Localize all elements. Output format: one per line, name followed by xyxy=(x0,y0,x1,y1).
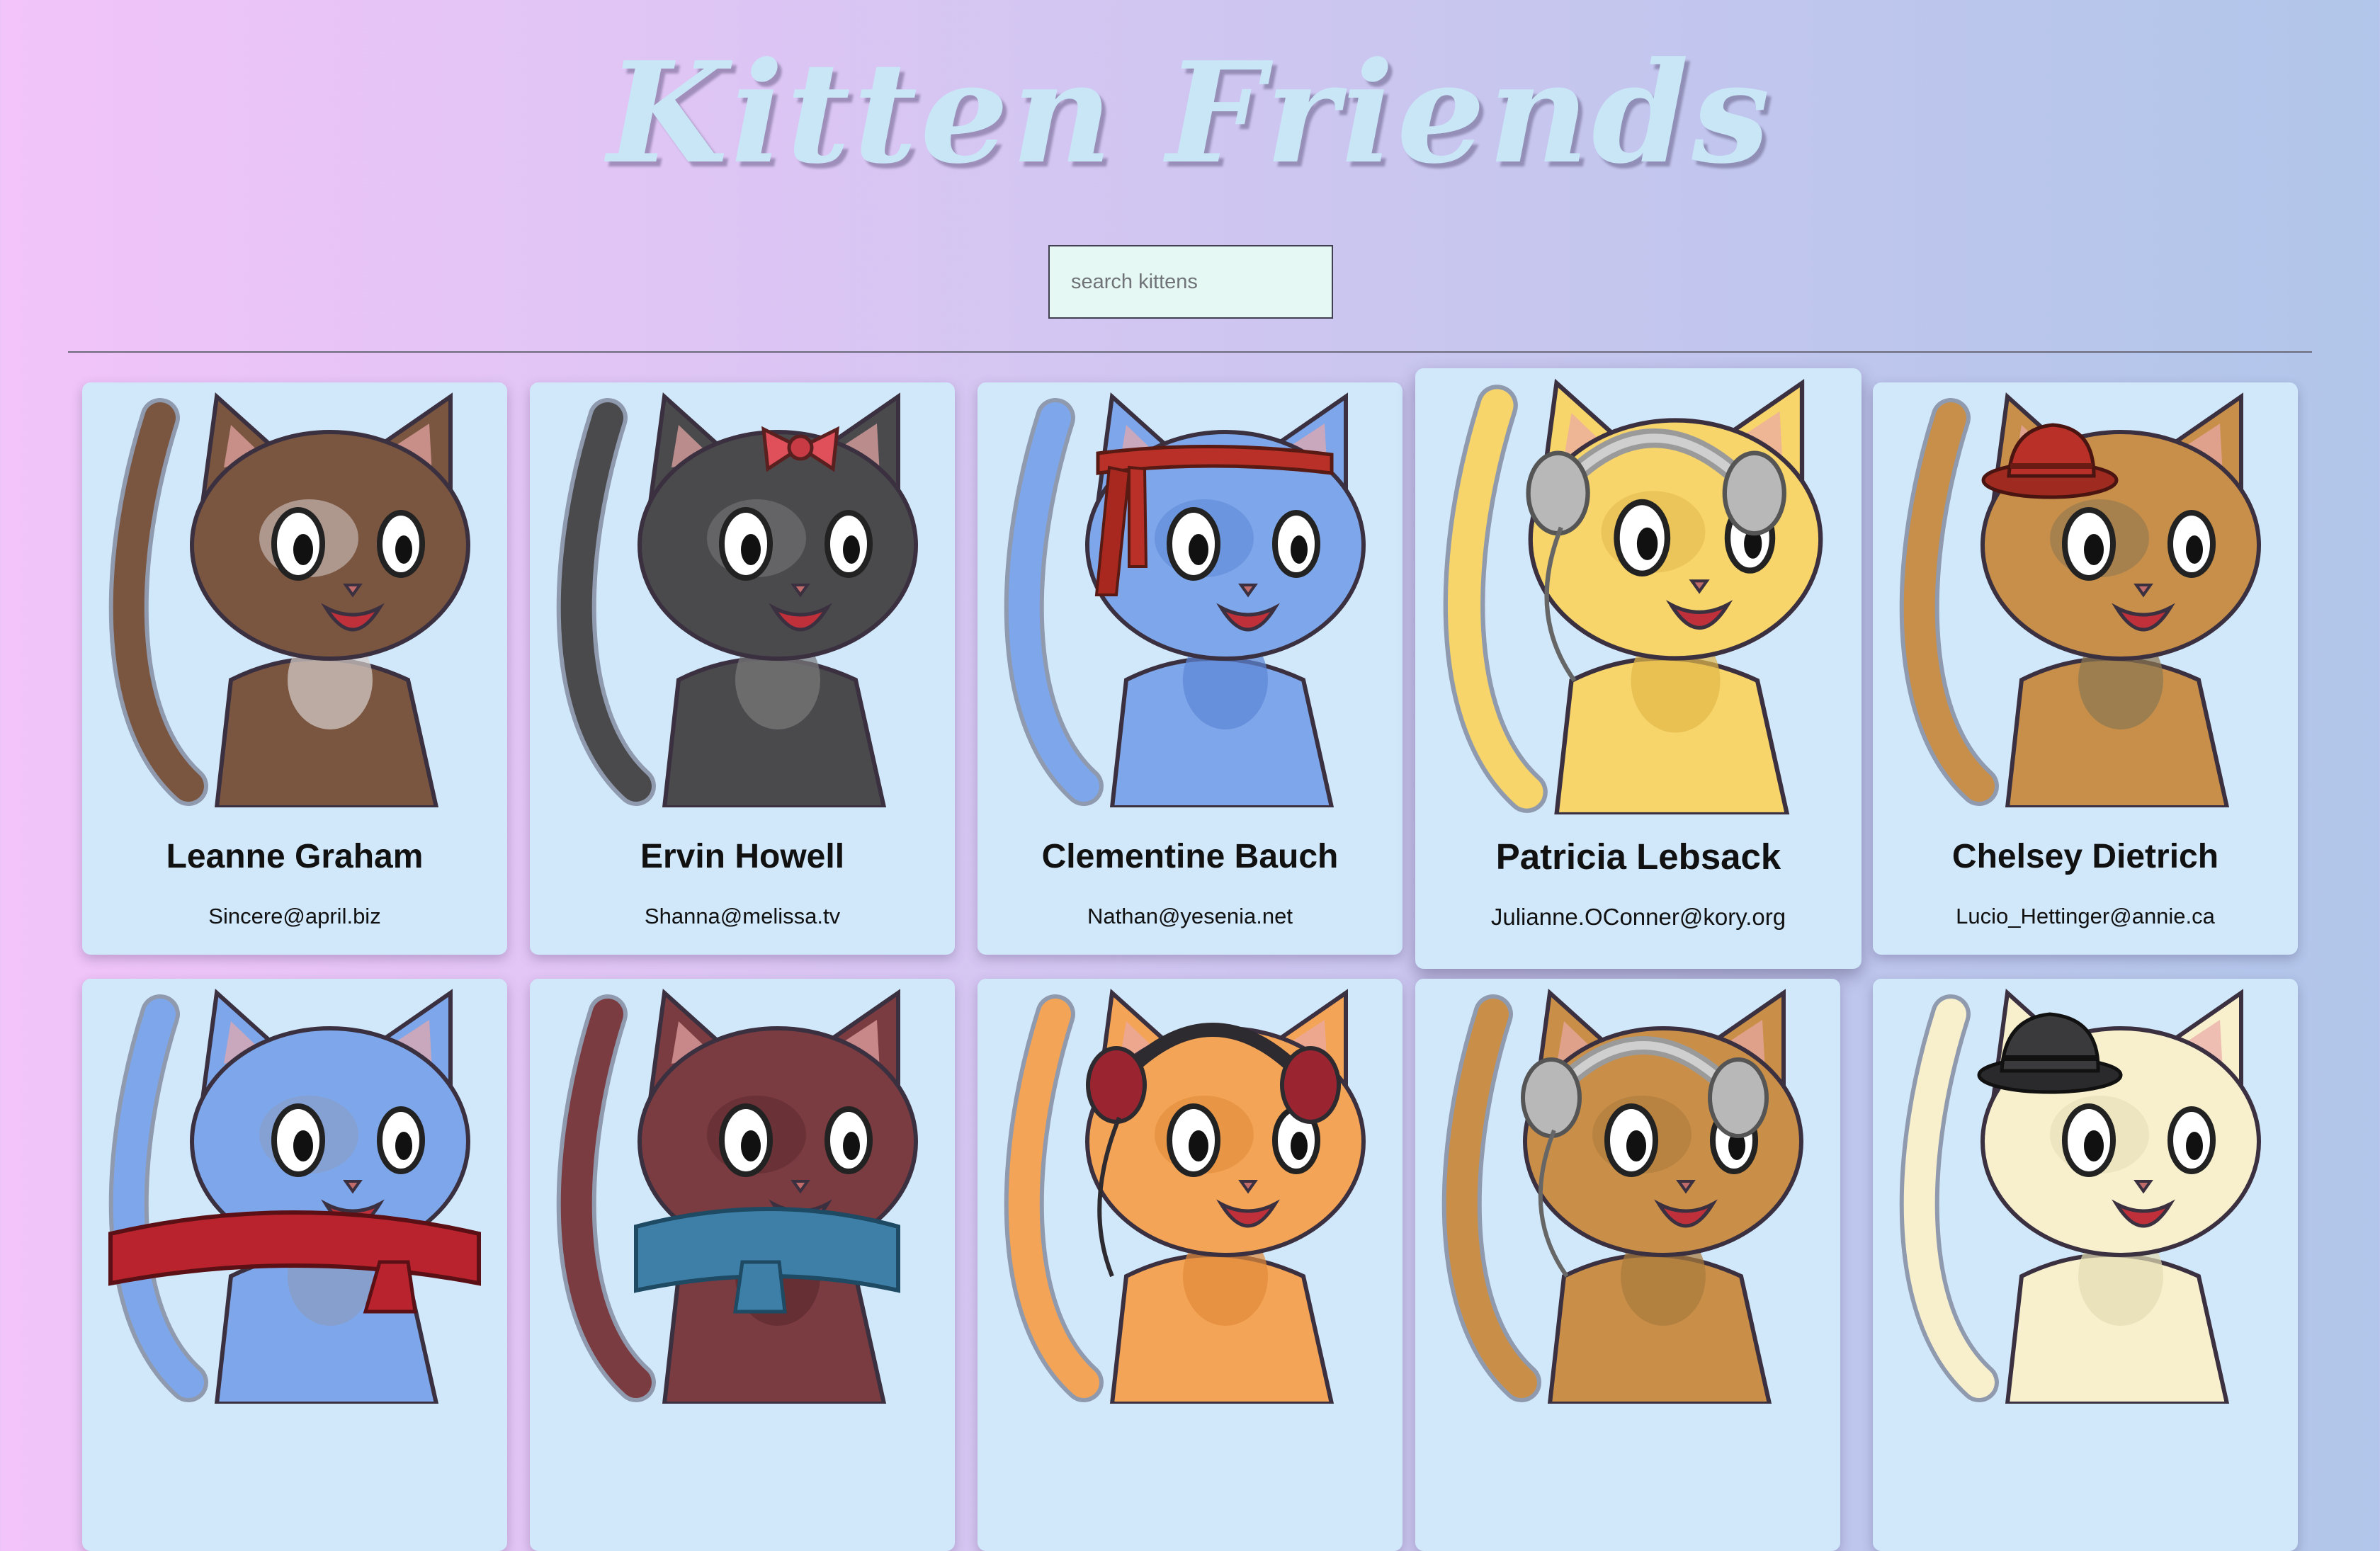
search-box xyxy=(1048,245,1333,319)
kitten-email: Shanna@melissa.tv xyxy=(644,904,841,928)
kitten-card[interactable]: Chelsey Dietrich Lucio_Hettinger@annie.ca xyxy=(1873,382,2298,955)
kitten-card[interactable]: Patricia Lebsack Julianne.OConner@kory.or… xyxy=(1415,368,1862,969)
divider xyxy=(68,351,2312,353)
kitten-email: Nathan@yesenia.net xyxy=(1087,904,1293,928)
kitten-card[interactable]: Leanne Graham Sincere@april.biz xyxy=(82,382,507,955)
kitten-email: Sincere@april.biz xyxy=(208,904,381,928)
kitten-name: Clementine Bauch xyxy=(1041,838,1339,875)
kitten-card[interactable]: Clementine Bauch Nathan@yesenia.net xyxy=(978,382,1402,955)
kitten-name: Ervin Howell xyxy=(640,838,845,875)
kitten-card[interactable] xyxy=(530,979,955,1551)
kitten-card[interactable] xyxy=(82,979,507,1551)
kitten-card[interactable] xyxy=(1415,979,1840,1551)
search-input[interactable] xyxy=(1048,245,1333,319)
kitten-card[interactable] xyxy=(978,979,1402,1551)
kitten-name: Leanne Graham xyxy=(166,838,424,875)
kitten-email: Lucio_Hettinger@annie.ca xyxy=(1956,904,2215,928)
kitten-email: Julianne.OConner@kory.org xyxy=(1490,904,1786,930)
kitten-name: Chelsey Dietrich xyxy=(1951,838,2219,875)
page-title: Kitten Friends xyxy=(607,32,1773,195)
kitten-card[interactable]: Ervin Howell Shanna@melissa.tv xyxy=(530,382,955,955)
kitten-name: Patricia Lebsack xyxy=(1495,836,1781,877)
kitten-card[interactable] xyxy=(1873,979,2298,1551)
